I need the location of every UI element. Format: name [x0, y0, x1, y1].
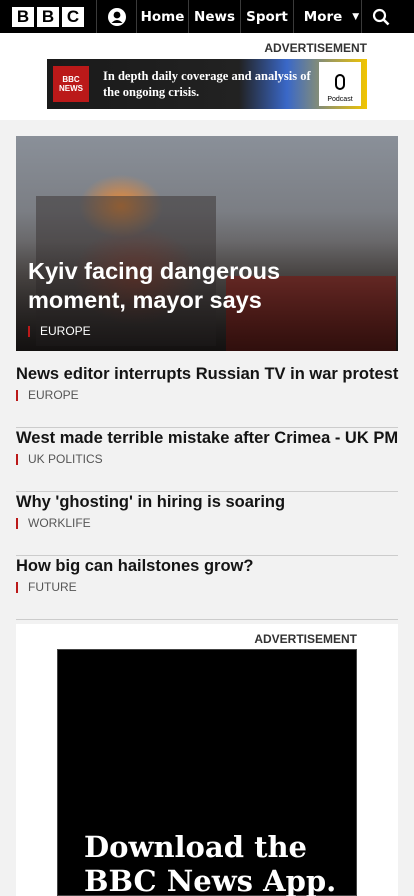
story-headline[interactable]: How big can hailstones grow?	[16, 556, 253, 576]
story-item[interactable]: News editor interrupts Russian TV in war…	[16, 364, 398, 428]
story-section-tag[interactable]: WORKLIFE	[16, 517, 91, 529]
microphone-icon	[335, 74, 345, 90]
nav-more-menu[interactable]: More ▼	[294, 0, 362, 33]
bbc-news-logo: BBC NEWS	[53, 66, 89, 102]
bottom-advertisement: ADVERTISEMENT Download the BBC News App.	[16, 624, 398, 896]
top-navigation-bar: B B C Home News Sport More ▼	[0, 0, 414, 33]
app-promo-ad[interactable]: Download the BBC News App.	[57, 649, 357, 896]
story-section-tag[interactable]: EUROPE	[16, 389, 79, 401]
bbc-logo[interactable]: B B C	[0, 0, 97, 33]
story-item[interactable]: How big can hailstones grow? FUTURE	[16, 556, 398, 620]
top-advertisement: ADVERTISEMENT BBC NEWS In depth daily co…	[0, 33, 414, 120]
hero-headline[interactable]: Kyiv facing dangerous moment, mayor says	[28, 257, 328, 315]
account-button[interactable]	[97, 0, 137, 33]
bbc-news-logo-bottom: NEWS	[59, 84, 83, 93]
banner-headline: In depth daily coverage and analysis of …	[103, 69, 311, 99]
story-item[interactable]: Why 'ghosting' in hiring is soaring WORK…	[16, 492, 398, 556]
search-button[interactable]	[362, 0, 400, 33]
hero-section-tag[interactable]: EUROPE	[28, 325, 91, 337]
logo-letter-b2: B	[37, 6, 59, 27]
nav-news-link[interactable]: News	[189, 0, 241, 33]
account-icon	[107, 7, 126, 26]
hero-story[interactable]: Kyiv facing dangerous moment, mayor says…	[16, 136, 398, 351]
bbc-news-logo-top: BBC	[62, 75, 80, 84]
podcast-banner-ad[interactable]: BBC NEWS In depth daily coverage and ana…	[47, 59, 367, 109]
logo-letter-c: C	[62, 6, 84, 27]
story-section-tag[interactable]: FUTURE	[16, 581, 77, 593]
story-headline[interactable]: News editor interrupts Russian TV in war…	[16, 364, 398, 384]
logo-letter-b1: B	[12, 6, 34, 27]
story-headline[interactable]: Why 'ghosting' in hiring is soaring	[16, 492, 285, 512]
story-item[interactable]: West made terrible mistake after Crimea …	[16, 428, 398, 492]
advertisement-label: ADVERTISEMENT	[264, 41, 367, 55]
chevron-down-icon: ▼	[352, 11, 360, 22]
promo-headline-line1: Download the	[84, 830, 307, 864]
story-section-tag[interactable]: UK POLITICS	[16, 453, 103, 465]
search-icon	[372, 8, 390, 25]
podcast-badge-label: Podcast	[327, 96, 353, 103]
nav-home-link[interactable]: Home	[137, 0, 189, 33]
promo-headline-line2: BBC News App.	[84, 864, 337, 896]
story-headline[interactable]: West made terrible mistake after Crimea …	[16, 428, 398, 448]
advertisement-label: ADVERTISEMENT	[254, 632, 357, 646]
nav-more-label: More	[303, 8, 343, 25]
nav-sport-link[interactable]: Sport	[241, 0, 294, 33]
podcast-badge: Podcast	[319, 62, 361, 106]
